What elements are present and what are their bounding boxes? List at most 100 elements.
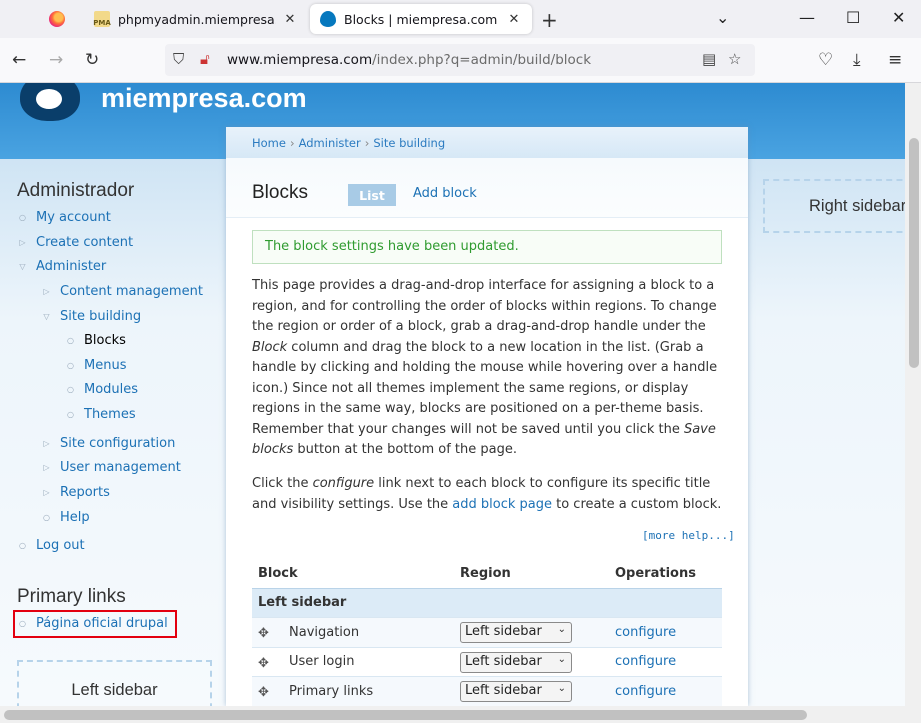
sidebar-item-label: Reports — [60, 485, 110, 500]
shield-icon[interactable]: ⛉ — [173, 50, 184, 68]
table-header-row: Block Region Operations — [252, 559, 722, 589]
sidebar-item-help[interactable]: ○ Help — [41, 510, 90, 525]
close-tab-icon[interactable]: ✕ — [506, 12, 522, 27]
bullet-icon: ○ — [19, 541, 26, 550]
help-paragraph-2: Click the configure link next to each bl… — [252, 474, 726, 515]
tab-add-block[interactable]: Add block — [413, 186, 477, 201]
bookmark-star-icon[interactable]: ☆ — [728, 50, 741, 68]
sidebar-item-my-account[interactable]: ○ My account — [17, 210, 111, 225]
region-select-value: Left sidebar — [465, 683, 542, 698]
sidebar-item-site-building[interactable]: ▽ Site building — [41, 309, 141, 324]
help-paragraph-1: This page provides a drag-and-drop inter… — [252, 276, 726, 461]
back-arrow-icon[interactable]: ← — [12, 50, 26, 70]
insecure-lock-icon[interactable]: 🔓︎ — [200, 50, 210, 68]
page-title: Blocks — [252, 182, 308, 203]
sidebar-item-themes[interactable]: ○ Themes — [65, 407, 136, 422]
sidebar-item-user-management[interactable]: ▷ User management — [41, 460, 180, 475]
vertical-scrollbar[interactable] — [905, 83, 921, 706]
horizontal-scrollbar-thumb[interactable] — [4, 710, 807, 720]
reader-view-icon[interactable]: ▤ — [702, 50, 716, 68]
pocket-icon[interactable]: ♡ — [818, 50, 833, 70]
new-tab-icon[interactable]: + — [541, 8, 558, 32]
configure-link[interactable]: configure — [615, 654, 676, 669]
sidebar-item-label: Themes — [84, 407, 136, 422]
browser-tab-bar: PMA phpmyadmin.miempresa.com / ✕ Blocks … — [0, 0, 921, 38]
sidebar-item-blocks[interactable]: ○ Blocks — [65, 333, 126, 348]
sidebar-item-modules[interactable]: ○ Modules — [65, 382, 138, 397]
breadcrumb-site-building[interactable]: Site building — [373, 136, 445, 150]
table-row: ✥ Navigation Left sidebar ⌄ configure — [252, 618, 722, 648]
configure-link[interactable]: configure — [615, 684, 676, 699]
column-header-region: Region — [460, 565, 511, 581]
tab-title: phpmyadmin.miempresa.com / — [118, 11, 276, 27]
firefox-view-button[interactable] — [38, 7, 76, 31]
collapsed-arrow-icon: ▷ — [19, 238, 26, 247]
sidebar-item-label: Menus — [84, 358, 127, 373]
menu-icon[interactable]: ≡ — [888, 50, 902, 70]
primary-link-label: Página oficial drupal — [36, 616, 168, 631]
horizontal-scrollbar[interactable] — [0, 706, 921, 723]
close-window-icon[interactable]: ✕ — [892, 8, 905, 27]
reload-icon[interactable]: ↻ — [85, 50, 99, 70]
chevron-down-icon: ⌄ — [557, 653, 566, 665]
help-text: button at the bottom of the page. — [293, 442, 517, 457]
list-all-tabs-icon[interactable]: ⌄ — [716, 8, 729, 27]
breadcrumb-administer[interactable]: Administer — [299, 136, 361, 150]
region-row-label: Left sidebar — [258, 595, 347, 611]
block-name: Navigation — [289, 624, 360, 640]
drag-handle-icon[interactable]: ✥ — [258, 626, 269, 641]
primary-link-drupal[interactable]: ○ Página oficial drupal — [17, 616, 168, 631]
sidebar-item-label: Help — [60, 510, 90, 525]
url-bar[interactable]: ⛉ 🔓︎ www.miempresa.com/index.php?q=admin… — [165, 44, 755, 76]
sidebar-item-label: Blocks — [84, 333, 126, 348]
drag-handle-icon[interactable]: ✥ — [258, 685, 269, 700]
more-help-link[interactable]: [more help...] — [642, 529, 735, 542]
sidebar-item-reports[interactable]: ▷ Reports — [41, 485, 110, 500]
help-text-emphasis: configure — [312, 476, 375, 491]
breadcrumb-home[interactable]: Home — [252, 136, 286, 150]
bullet-icon: ○ — [67, 410, 74, 419]
sidebar-item-log-out[interactable]: ○ Log out — [17, 538, 85, 553]
column-header-operations: Operations — [615, 565, 696, 581]
page-viewport: miempresa.com Administrador ○ My account … — [0, 83, 905, 706]
forward-arrow-icon[interactable]: → — [49, 50, 63, 70]
add-block-page-link[interactable]: add block page — [452, 497, 552, 512]
breadcrumb-separator-icon: › — [289, 136, 295, 150]
vertical-scrollbar-thumb[interactable] — [909, 138, 919, 368]
region-select-value: Left sidebar — [465, 653, 542, 669]
sidebar-item-administer[interactable]: ▽ Administer — [17, 259, 106, 274]
left-sidebar-region: Left sidebar — [17, 660, 212, 706]
region-select[interactable]: Left sidebar ⌄ — [460, 651, 572, 673]
tab-list[interactable]: List — [348, 184, 396, 206]
sidebar-item-create-content[interactable]: ▷ Create content — [17, 235, 133, 250]
column-header-block: Block — [258, 565, 298, 581]
sidebar-item-menus[interactable]: ○ Menus — [65, 358, 126, 373]
navigation-toolbar: ← → ↻ ⛉ 🔓︎ www.miempresa.com/index.php?q… — [0, 38, 921, 83]
breadcrumb: Home › Administer › Site building — [252, 136, 445, 150]
drupal-logo-icon[interactable] — [20, 83, 80, 121]
sidebar-item-label: Administer — [36, 259, 107, 274]
sidebar-item-site-configuration[interactable]: ▷ Site configuration — [41, 436, 175, 451]
maximize-icon[interactable]: ☐ — [846, 8, 860, 27]
tab-blocks[interactable]: Blocks | miempresa.com ✕ — [310, 4, 532, 34]
configure-link[interactable]: configure — [615, 625, 676, 640]
sidebar-item-label: Content management — [60, 284, 203, 299]
title-tabs-band: Blocks List Add block — [226, 158, 748, 218]
breadcrumb-separator-icon: › — [364, 136, 370, 150]
minimize-icon[interactable]: — — [799, 8, 815, 27]
close-tab-icon[interactable]: ✕ — [282, 12, 298, 27]
tab-phpmyadmin[interactable]: PMA phpmyadmin.miempresa.com / ✕ — [84, 4, 308, 34]
downloads-icon[interactable]: ⤓ — [853, 50, 861, 70]
sidebar-item-label: Site configuration — [60, 436, 176, 451]
url-text[interactable]: www.miempresa.com/index.php?q=admin/buil… — [227, 52, 591, 68]
sidebar-item-content-management[interactable]: ▷ Content management — [41, 284, 203, 299]
table-row: ✥ Primary links Left sidebar ⌄ configure — [252, 677, 722, 706]
region-select[interactable]: Left sidebar ⌄ — [460, 681, 572, 702]
admin-menu-title: Administrador — [17, 180, 135, 201]
collapsed-arrow-icon: ▷ — [43, 463, 50, 472]
region-select[interactable]: Left sidebar ⌄ — [460, 622, 572, 643]
bullet-icon: ○ — [19, 619, 26, 628]
site-name[interactable]: miempresa.com — [101, 83, 307, 114]
expanded-arrow-icon: ▽ — [19, 262, 26, 271]
drag-handle-icon[interactable]: ✥ — [258, 656, 269, 671]
